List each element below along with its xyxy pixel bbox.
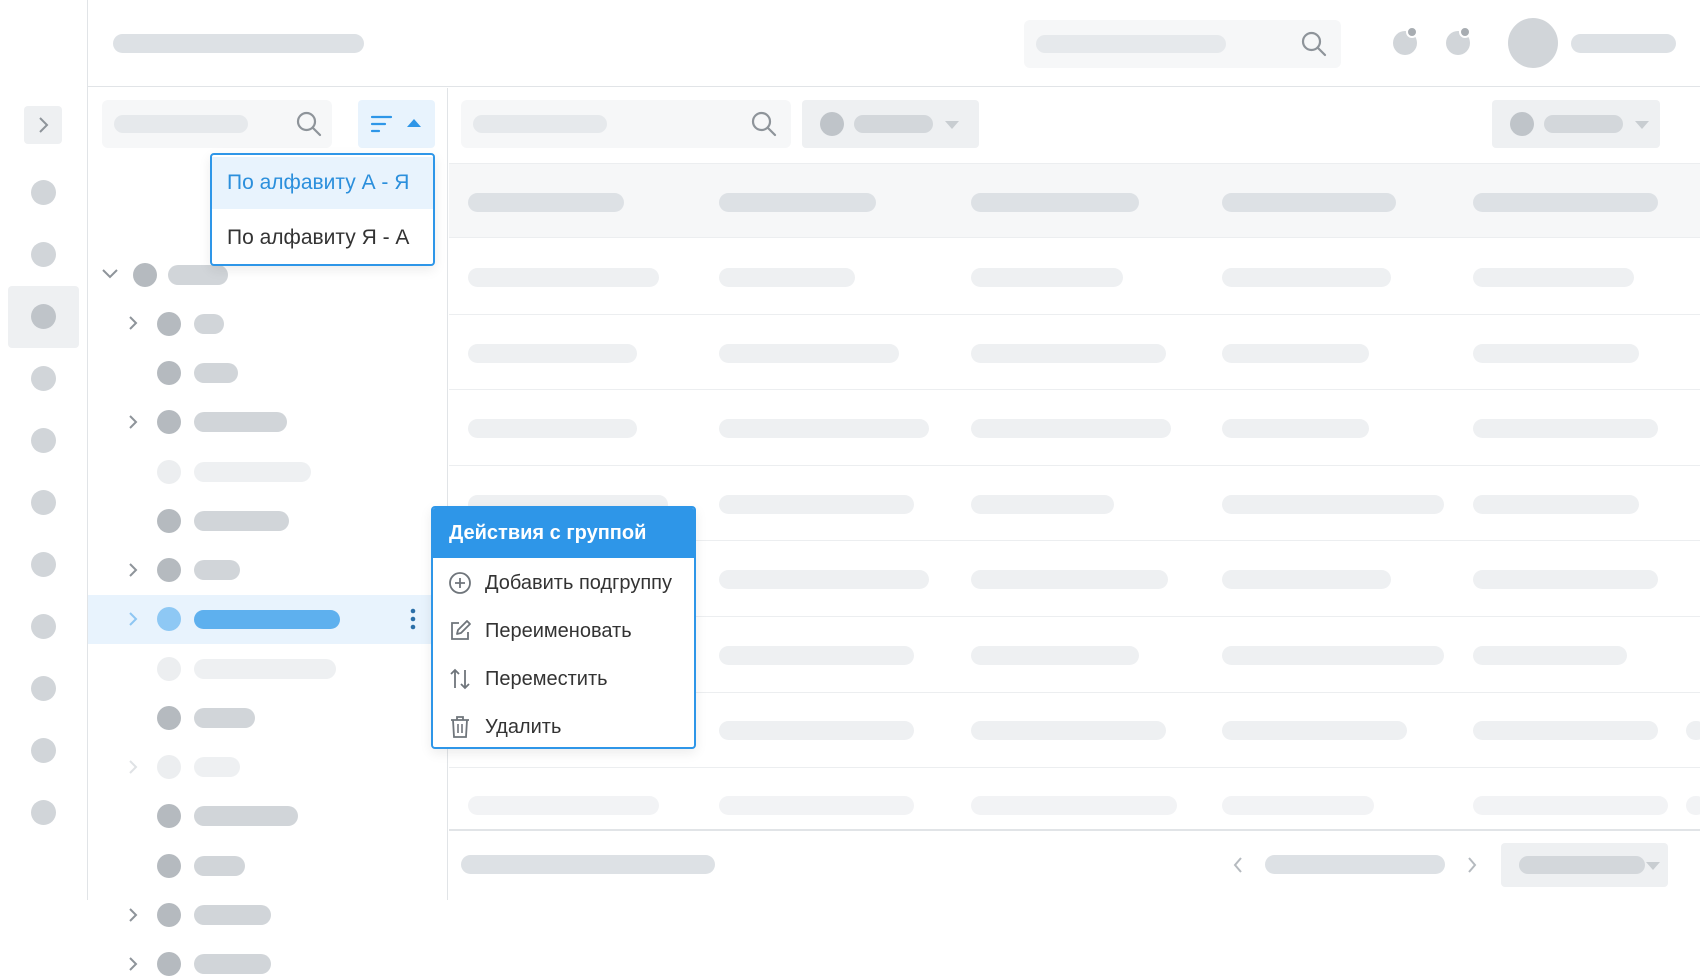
sidebar-nav <box>0 0 88 900</box>
sidebar-item[interactable] <box>31 366 56 391</box>
page-size-dropdown[interactable] <box>1501 843 1668 887</box>
sidebar-item[interactable] <box>31 738 56 763</box>
sidebar-item[interactable] <box>31 428 56 453</box>
pagination-placeholder[interactable] <box>1265 855 1445 874</box>
column-header[interactable] <box>971 193 1139 212</box>
chevron-left-icon[interactable] <box>1231 855 1245 875</box>
plus-circle-icon <box>449 572 471 594</box>
page-title-placeholder <box>113 34 364 53</box>
chevron-right-icon[interactable] <box>1465 855 1479 875</box>
menu-item-label: Переименовать <box>485 620 632 642</box>
tree-search-input[interactable] <box>102 100 332 148</box>
rename-menu-item[interactable]: Переименовать <box>433 607 694 655</box>
column-header[interactable] <box>1473 193 1658 212</box>
group-actions-title: Действия с группой <box>433 508 694 558</box>
edit-icon <box>451 620 471 640</box>
chevron-right-icon[interactable] <box>126 561 140 579</box>
sidebar-item[interactable] <box>31 180 56 205</box>
caret-down-icon <box>1646 862 1660 870</box>
main-table-area <box>449 88 1700 900</box>
chevron-right-icon[interactable] <box>126 906 140 924</box>
sidebar-item[interactable] <box>31 800 56 825</box>
chevron-down-icon[interactable] <box>100 266 120 282</box>
sidebar-item[interactable] <box>31 614 56 639</box>
more-vertical-icon[interactable] <box>409 607 417 631</box>
trash-icon <box>451 716 469 738</box>
sort-option-desc[interactable]: По алфавиту Я - А <box>212 212 433 264</box>
sort-icon <box>370 115 393 133</box>
chevron-right-icon[interactable] <box>126 955 140 973</box>
chevron-right-icon[interactable] <box>126 314 140 332</box>
sort-menu: По алфавиту А - Я По алфавиту Я - А <box>210 153 435 266</box>
filter-dropdown[interactable] <box>802 100 979 148</box>
sidebar-item[interactable] <box>31 490 56 515</box>
search-icon[interactable] <box>295 110 323 138</box>
move-icon <box>450 668 470 690</box>
menu-item-label: Удалить <box>485 716 562 738</box>
global-search-input[interactable] <box>1024 20 1341 68</box>
menu-item-label: Добавить подгруппу <box>485 572 672 594</box>
delete-menu-item[interactable]: Удалить <box>433 703 694 747</box>
records-count-placeholder <box>461 855 715 874</box>
caret-up-icon <box>407 119 421 127</box>
column-header[interactable] <box>468 193 624 212</box>
group-actions-menu: Действия с группой Добавить подгруппу Пе… <box>431 506 696 749</box>
user-name-placeholder <box>1571 34 1676 53</box>
chevron-right-icon[interactable] <box>126 610 140 628</box>
table-footer <box>449 829 1700 900</box>
chevron-right-icon[interactable] <box>126 413 140 431</box>
chevron-right-icon[interactable] <box>126 758 140 776</box>
column-header[interactable] <box>1222 193 1396 212</box>
sidebar-item[interactable] <box>31 242 56 267</box>
chevron-right-icon <box>39 117 49 133</box>
tree-row-selected[interactable] <box>88 595 447 644</box>
expand-sidebar-button[interactable] <box>24 106 62 144</box>
sort-option-asc[interactable]: По алфавиту А - Я <box>212 157 433 209</box>
view-dropdown[interactable] <box>1492 100 1660 148</box>
caret-down-icon <box>1635 121 1649 129</box>
search-icon[interactable] <box>750 110 778 138</box>
search-icon[interactable] <box>1300 30 1328 58</box>
table-search-input[interactable] <box>461 100 791 148</box>
sidebar-item-active[interactable] <box>8 286 79 348</box>
table-header <box>449 163 1700 238</box>
add-subgroup-menu-item[interactable]: Добавить подгруппу <box>433 559 694 607</box>
caret-down-icon <box>945 121 959 129</box>
sort-button[interactable] <box>358 100 435 148</box>
move-menu-item[interactable]: Переместить <box>433 655 694 703</box>
sidebar-item[interactable] <box>31 552 56 577</box>
menu-item-label: Переместить <box>485 668 608 690</box>
sidebar-item[interactable] <box>31 676 56 701</box>
avatar[interactable] <box>1508 18 1558 68</box>
top-bar <box>0 0 1700 87</box>
column-header[interactable] <box>719 193 876 212</box>
